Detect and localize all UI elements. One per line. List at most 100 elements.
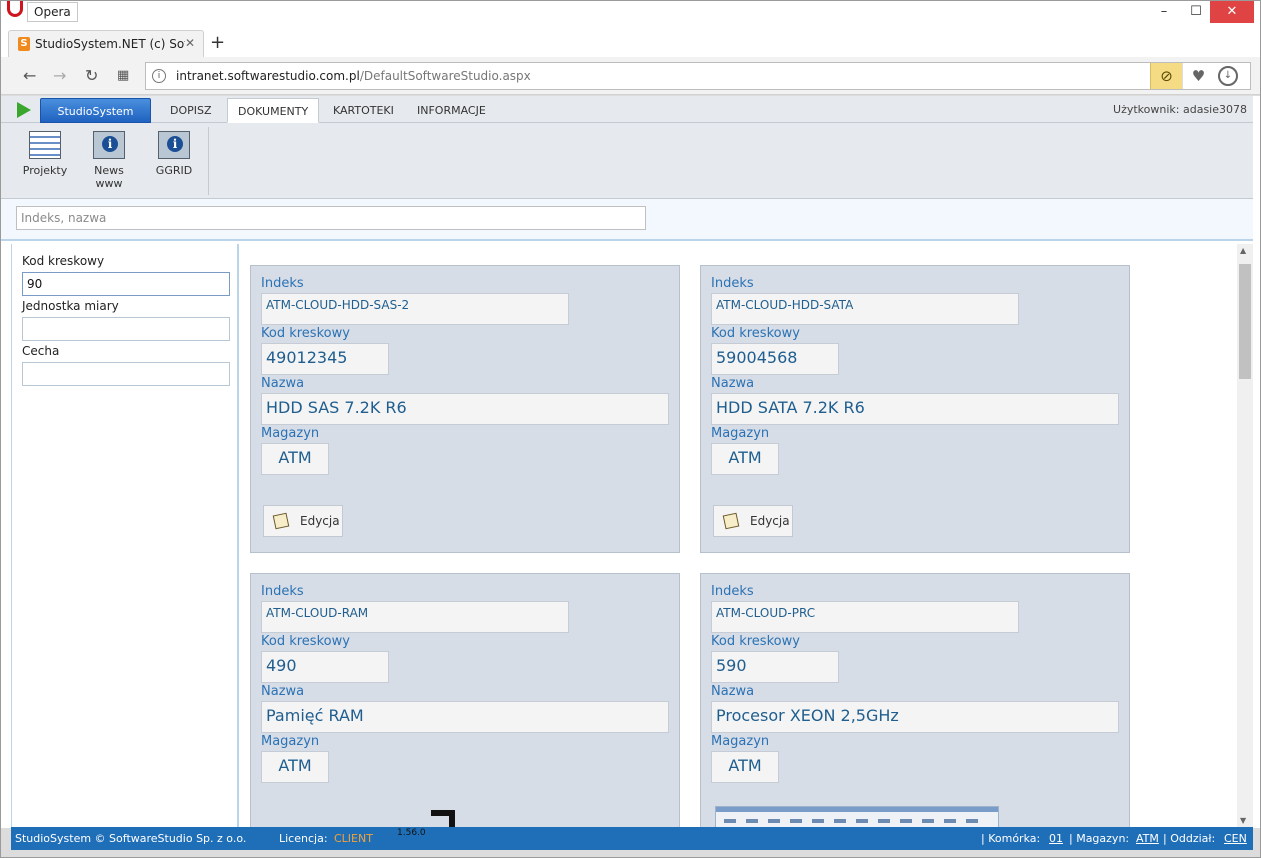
- favicon-icon: S: [18, 37, 30, 51]
- url-text[interactable]: intranet.softwarestudio.com.pl/DefaultSo…: [176, 69, 531, 83]
- search-input[interactable]: [16, 206, 646, 230]
- menu-dokumenty[interactable]: DOKUMENTY: [227, 98, 320, 123]
- barcode-label: Kod kreskowy: [711, 634, 800, 649]
- product-card: Indeks ATM-CLOUD-PRC Kod kreskowy 590 Na…: [700, 573, 1130, 828]
- edit-button-label: Edycja: [300, 514, 340, 528]
- branch-label: | Oddział:: [1163, 832, 1216, 845]
- filter-sidebar: Kod kreskowy Jednostka miary Cecha: [11, 244, 239, 828]
- warehouse-value: ATM: [711, 751, 779, 783]
- new-tab-icon[interactable]: +: [210, 32, 225, 53]
- info-icon: i: [158, 131, 190, 159]
- feature-filter-input[interactable]: [22, 362, 230, 386]
- edit-button-label: Edycja: [750, 514, 790, 528]
- warehouse-label: Magazyn: [261, 426, 320, 441]
- page-content: StudioSystem DOPISZ DOKUMENTY KARTOTEKI …: [1, 96, 1260, 850]
- opera-logo-icon: [7, 1, 23, 17]
- product-screenshot-image: [715, 806, 999, 828]
- address-bar[interactable]: i intranet.softwarestudio.com.pl/Default…: [145, 62, 1251, 90]
- scroll-down-icon[interactable]: ▼: [1240, 816, 1246, 825]
- ribbon-button-label: GGRID: [155, 164, 193, 177]
- index-label: Indeks: [261, 276, 304, 291]
- barcode-value: 59004568: [711, 343, 839, 375]
- unit-filter-label: Jednostka miary: [22, 299, 119, 313]
- ribbon-toolbar: Projekty i News www i GGRID: [1, 123, 1253, 199]
- menu-kartoteki[interactable]: KARTOTEKI: [323, 98, 404, 123]
- minimize-icon[interactable]: –: [1149, 1, 1179, 23]
- barcode-value: 49012345: [261, 343, 389, 375]
- ad-block-icon[interactable]: ⊘: [1150, 63, 1182, 89]
- version-text: 1.56.0: [397, 828, 426, 838]
- barcode-filter-label: Kod kreskowy: [22, 254, 105, 268]
- name-value: Pamięć RAM: [261, 701, 669, 733]
- edit-button[interactable]: Edycja: [713, 505, 793, 537]
- warehouse-footer-label: | Magazyn:: [1069, 832, 1130, 845]
- barcode-value: 590: [711, 651, 839, 683]
- search-bar: [1, 199, 1253, 241]
- name-value: HDD SAS 7.2K R6: [261, 393, 669, 425]
- warehouse-value: ATM: [261, 443, 329, 475]
- index-value: ATM-CLOUD-HDD-SAS-2: [261, 293, 569, 325]
- name-label: Nazwa: [711, 376, 755, 391]
- unit-filter-input[interactable]: [22, 317, 230, 341]
- calendar-icon: [29, 131, 61, 159]
- barcode-filter-input[interactable]: [22, 272, 230, 296]
- product-card: Indeks ATM-CLOUD-HDD-SAS-2 Kod kreskowy …: [250, 265, 680, 553]
- menu-dopisz[interactable]: DOPISZ: [160, 98, 222, 123]
- menu-informacje[interactable]: INFORMACJE: [407, 98, 496, 123]
- name-value: HDD SATA 7.2K R6: [711, 393, 1119, 425]
- index-value: ATM-CLOUD-HDD-SATA: [711, 293, 1019, 325]
- index-label: Indeks: [711, 584, 754, 599]
- product-image: [431, 810, 455, 828]
- license-label: Licencja:: [279, 832, 328, 845]
- maximize-icon[interactable]: ☐: [1181, 1, 1211, 23]
- opera-menu-button[interactable]: Opera: [27, 2, 78, 22]
- tab-close-icon[interactable]: ✕: [185, 36, 195, 50]
- branch-value-link[interactable]: CEN: [1224, 827, 1247, 850]
- barcode-label: Kod kreskowy: [261, 326, 350, 341]
- vertical-scrollbar[interactable]: ▲ ▼: [1237, 244, 1253, 828]
- warehouse-label: Magazyn: [711, 734, 770, 749]
- speed-dial-icon[interactable]: ▦: [117, 68, 129, 83]
- feature-filter-label: Cecha: [22, 344, 60, 358]
- copyright-text: StudioSystem © SoftwareStudio Sp. z o.o.: [15, 832, 247, 845]
- tab-title: StudioSystem.NET (c) SoftwareStudio: [35, 37, 185, 51]
- edit-button[interactable]: Edycja: [263, 505, 343, 537]
- close-icon[interactable]: ✕: [1210, 1, 1254, 23]
- license-value: CLIENT: [334, 832, 373, 845]
- scroll-up-icon[interactable]: ▲: [1240, 246, 1246, 255]
- name-label: Nazwa: [711, 684, 755, 699]
- forward-icon[interactable]: →: [53, 66, 66, 85]
- user-label: Użytkownik: adasie3078: [1113, 103, 1247, 116]
- navigation-bar: ← → ↻ ▦ i intranet.softwarestudio.com.pl…: [1, 57, 1260, 95]
- download-icon[interactable]: ↓: [1218, 66, 1238, 86]
- warehouse-value: ATM: [261, 751, 329, 783]
- cell-label: | Komórka:: [981, 832, 1041, 845]
- edit-pencil-icon: [722, 512, 740, 530]
- app-menu-bar: StudioSystem DOPISZ DOKUMENTY KARTOTEKI …: [1, 96, 1253, 123]
- name-label: Nazwa: [261, 684, 305, 699]
- browser-tab[interactable]: S StudioSystem.NET (c) SoftwareStudio ✕: [8, 30, 204, 58]
- warehouse-footer-link[interactable]: ATM: [1136, 827, 1159, 850]
- window-titlebar: Opera – ☐ ✕: [1, 1, 1260, 25]
- site-info-icon[interactable]: i: [152, 69, 166, 83]
- play-icon[interactable]: [17, 102, 31, 118]
- bookmark-heart-icon[interactable]: ♥: [1182, 63, 1214, 89]
- reload-icon[interactable]: ↻: [85, 66, 98, 85]
- index-label: Indeks: [261, 584, 304, 599]
- index-value: ATM-CLOUD-PRC: [711, 601, 1019, 633]
- warehouse-label: Magazyn: [711, 426, 770, 441]
- cell-value-link[interactable]: 01: [1049, 827, 1063, 850]
- product-card: Indeks ATM-CLOUD-RAM Kod kreskowy 490 Na…: [250, 573, 680, 828]
- ribbon-button-label: Projekty: [22, 164, 68, 177]
- ribbon-projekty-button[interactable]: Projekty: [15, 131, 75, 177]
- index-value: ATM-CLOUD-RAM: [261, 601, 569, 633]
- scrollbar-thumb[interactable]: [1239, 264, 1251, 379]
- ribbon-button-label: News www: [94, 164, 124, 190]
- product-list: Indeks ATM-CLOUD-HDD-SAS-2 Kod kreskowy …: [241, 244, 1237, 828]
- ribbon-divider: [208, 127, 209, 195]
- ribbon-news-button[interactable]: i News www: [79, 131, 139, 190]
- tab-strip: S StudioSystem.NET (c) SoftwareStudio ✕ …: [1, 25, 1260, 58]
- menu-studiosystem[interactable]: StudioSystem: [40, 98, 151, 123]
- ribbon-ggrid-button[interactable]: i GGRID: [144, 131, 204, 177]
- back-icon[interactable]: ←: [23, 66, 36, 85]
